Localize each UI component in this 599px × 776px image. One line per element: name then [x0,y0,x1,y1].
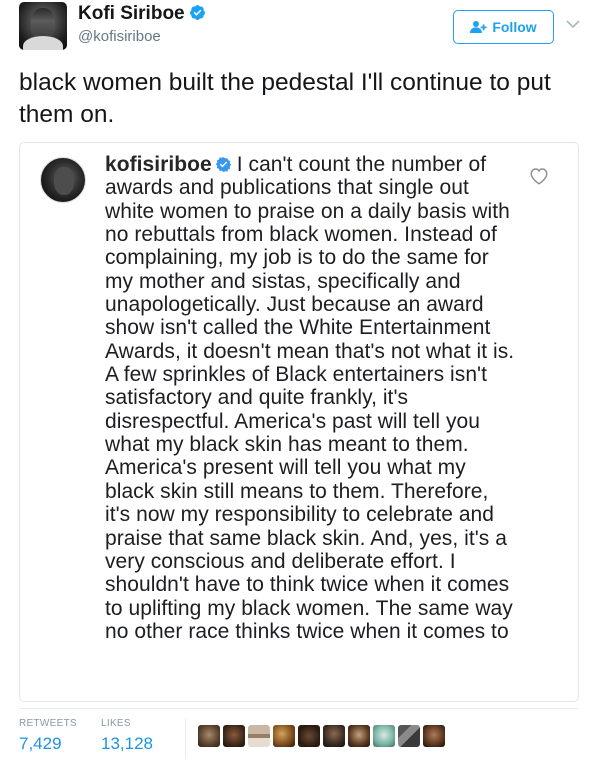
verified-badge-icon [215,157,231,172]
embedded-post-avatar[interactable] [40,157,86,203]
embedded-avatar-face [54,167,74,195]
tweet-header: Kofi Siriboe @kofisiriboe Follow [0,0,599,60]
retweets-stat[interactable]: RETWEETS 7,429 [19,718,77,754]
follow-button-label: Follow [492,19,537,35]
stats-divider [19,708,579,709]
author-avatar[interactable] [19,2,67,50]
liker-avatar[interactable] [273,725,295,747]
liker-avatar[interactable] [223,725,245,747]
liker-avatar[interactable] [373,725,395,747]
author-name-text[interactable]: Kofi Siriboe [78,3,185,24]
retweets-count[interactable]: 7,429 [19,734,77,754]
embedded-post-text: I can't count the number of awards and p… [105,153,515,643]
tweet-text: black women built the pedestal I'll cont… [19,69,551,128]
likes-count[interactable]: 13,128 [101,734,153,754]
liker-avatars [198,725,445,747]
liker-avatar[interactable] [198,725,220,747]
retweets-label: RETWEETS [19,718,77,729]
liker-avatar[interactable] [323,725,345,747]
likes-label: LIKES [101,718,131,729]
verified-badge-icon [189,5,205,20]
heart-outline-icon[interactable] [529,167,549,185]
follow-button[interactable]: Follow [453,10,554,44]
liker-avatar[interactable] [423,725,445,747]
embedded-post-username[interactable]: kofisiriboe [105,153,212,176]
author-name[interactable]: Kofi Siriboe [78,3,206,25]
avatar-shoulders [23,36,63,50]
liker-avatar[interactable] [248,725,270,747]
embedded-post-caption: kofisiriboe I can't count the number of a… [105,153,515,643]
author-handle[interactable]: @kofisiriboe [78,28,161,45]
liker-avatar[interactable] [298,725,320,747]
embedded-post-card[interactable]: kofisiriboe I can't count the number of a… [19,142,579,702]
chevron-down-icon[interactable] [566,19,580,29]
stats-separator [185,718,186,758]
likes-stat[interactable]: LIKES 13,128 [101,718,153,754]
add-user-icon [470,21,487,33]
liker-avatar[interactable] [348,725,370,747]
liker-avatar[interactable] [398,725,420,747]
